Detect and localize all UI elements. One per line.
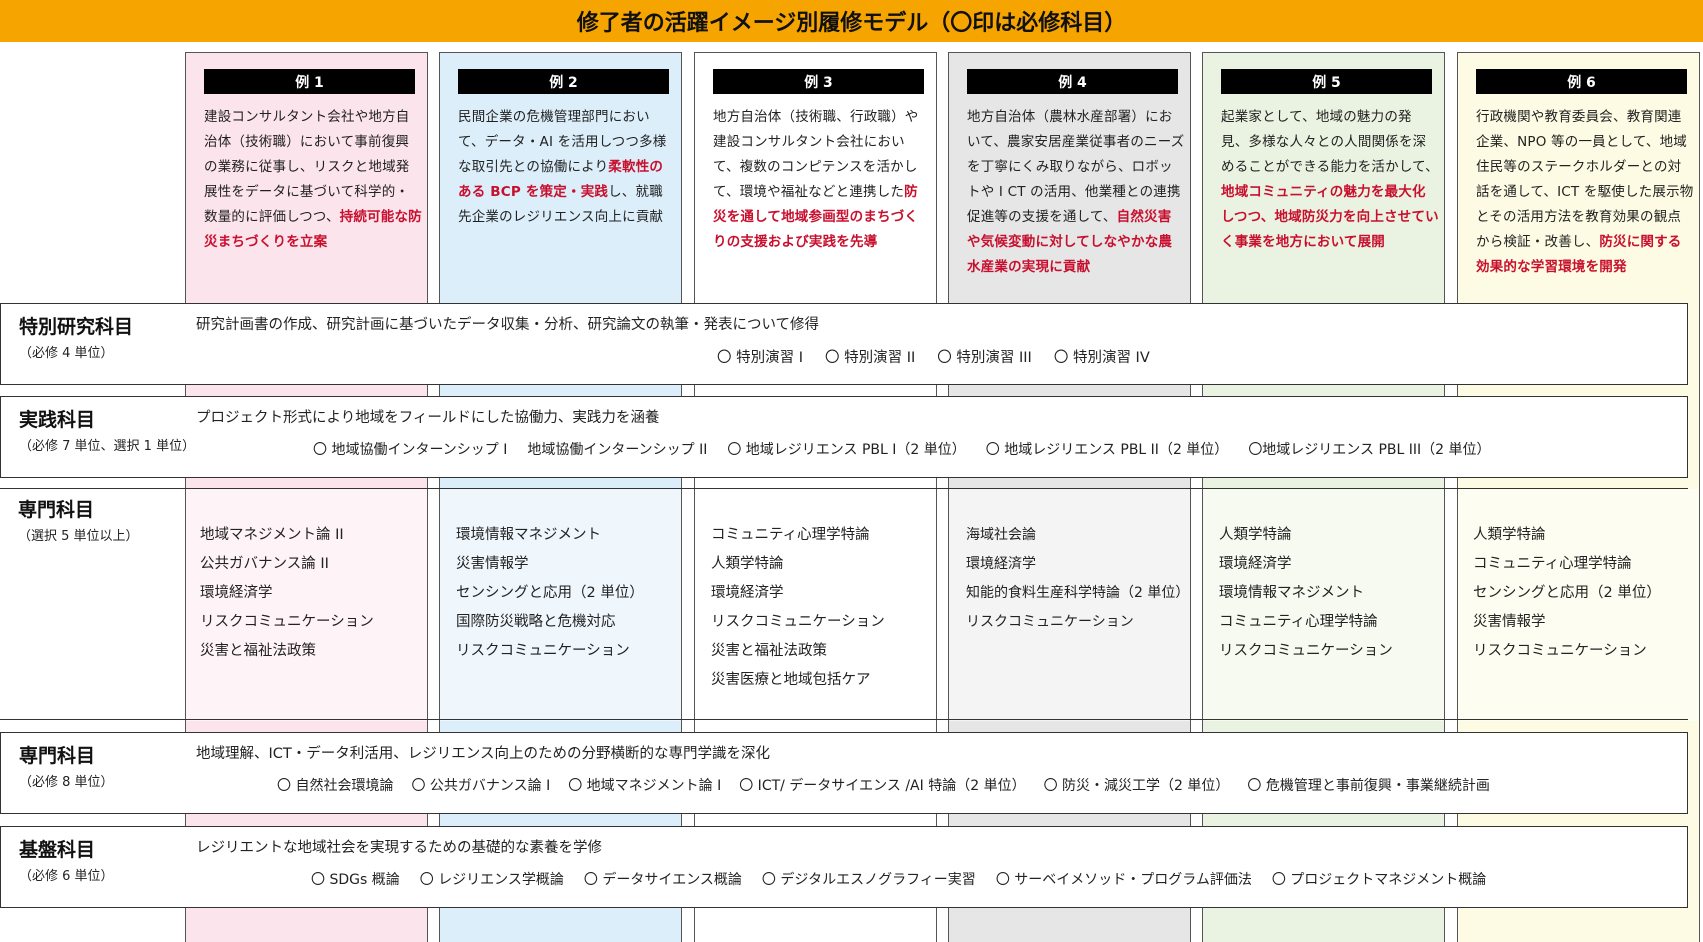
band-practice: 実践科目 （必修 7 単位、選択 1 単位） プロジェクト形式により地域をフィー…: [0, 396, 1688, 478]
band-description: 研究計画書の作成、研究計画に基づいたデータ収集・分析、研究論文の執筆・発表につい…: [196, 317, 820, 333]
column-label: 例 4: [967, 69, 1178, 94]
column-label: 例 2: [458, 69, 669, 94]
course-item: 〇 データサイエンス概論: [583, 872, 742, 888]
band-course-list: 〇 自然社会環境論 〇 公共ガバナンス論 I 〇 地域マネジメント論 I 〇 I…: [277, 775, 1490, 795]
column-description: 地方自治体（農林水産部署）において、農家安居産業従事者のニーズを丁寧にくみ取りな…: [967, 109, 1185, 275]
course-item: 〇 特別演習 II: [825, 350, 916, 366]
course-item: 環境経済学: [711, 585, 784, 601]
column-description: 行政機関や教育委員会、教育関連企業、NPO 等の一員として、地域住民等のステーク…: [1476, 109, 1694, 275]
band-description: レジリエントな地域社会を実現するための基礎的な素養を学修: [196, 840, 602, 856]
course-item: 〇 地域レジリエンス PBL II（2 単位）: [985, 442, 1229, 458]
band-title: 特別研究科目: [19, 316, 134, 338]
course-item: 〇 防災・減災工学（2 単位）: [1043, 778, 1230, 794]
band-description: プロジェクト形式により地域をフィールドにした協働力、実践力を涵養: [196, 410, 660, 426]
course-item: 〇 デジタルエスノグラフィー実習: [761, 872, 976, 888]
course-item: 海域社会論: [966, 527, 1036, 543]
course-item: 災害と福祉法政策: [711, 643, 827, 659]
band-title: 専門科目: [19, 745, 96, 767]
course-item: 環境経済学: [200, 585, 273, 601]
band-course-list: 〇 地域協働インターンシップ I 地域協働インターンシップ II 〇 地域レジリ…: [313, 439, 1491, 459]
band-credits: （必修 7 単位、選択 1 単位）: [19, 439, 196, 454]
course-item: 地域マネジメント論 II: [200, 527, 344, 543]
column-description: 民間企業の危機管理部門において、データ・AI を活用しつつ多様な取引先との協働に…: [458, 109, 667, 225]
course-item: 地域協働インターンシップ II: [527, 442, 708, 458]
elective-list-ex2: 環境情報マネジメント 災害情報学 センシングと応用（2 単位） 国際防災戦略と危…: [456, 521, 644, 666]
course-item: 知能的食料生産科学特論（2 単位）: [966, 585, 1190, 601]
band-title: 実践科目: [19, 409, 96, 431]
course-item: 環境経済学: [966, 556, 1036, 572]
course-item: リスクコミュニケーション: [966, 614, 1134, 630]
course-item: 人類学特論: [1473, 527, 1546, 543]
column-label: 例 3: [713, 69, 924, 94]
course-item: リスクコミュニケーション: [1473, 643, 1647, 659]
course-item: 〇 特別演習 I: [717, 350, 803, 366]
course-item: センシングと応用（2 単位）: [1473, 585, 1661, 601]
band-course-list: 〇 特別演習 I 〇 特別演習 II 〇 特別演習 III 〇 特別演習 IV: [717, 346, 1150, 367]
course-item: 公共ガバナンス論 II: [200, 556, 329, 572]
band-specialized-required: 専門科目 （必修 8 単位） 地域理解、ICT・データ利活用、レジリエンス向上の…: [0, 732, 1688, 814]
course-item: 災害と福祉法政策: [200, 643, 316, 659]
course-item: 災害医療と地域包括ケア: [711, 672, 871, 688]
band-title: 専門科目: [18, 499, 95, 521]
course-item: リスクコミュニケーション: [456, 643, 630, 659]
course-item: 〇 地域レジリエンス PBL I（2 単位）: [727, 442, 966, 458]
course-item: 環境情報マネジメント: [456, 527, 601, 543]
band-credits: （必修 8 単位）: [19, 775, 114, 790]
course-item: 〇 プロジェクトマネジメント概論: [1271, 872, 1487, 888]
column-label: 例 1: [204, 69, 415, 94]
course-item: 〇 ICT/ データサイエンス /AI 特論（2 単位）: [739, 778, 1026, 794]
band-title: 基盤科目: [19, 839, 96, 861]
course-item: コミュニティ心理学特論: [711, 527, 870, 543]
band-description: 地域理解、ICT・データ利活用、レジリエンス向上のための分野横断的な専門学識を深…: [196, 746, 770, 762]
course-item: 〇 特別演習 IV: [1053, 350, 1150, 366]
band-foundation: 基盤科目 （必修 6 単位） レジリエントな地域社会を実現するための基礎的な素養…: [0, 826, 1688, 908]
course-item: リスクコミュニケーション: [1219, 643, 1393, 659]
course-item: センシングと応用（2 単位）: [456, 585, 644, 601]
column-label: 例 6: [1476, 69, 1687, 94]
course-item: 〇 レジリエンス学概論: [419, 872, 564, 888]
course-item: 環境情報マネジメント: [1219, 585, 1364, 601]
band-course-list: 〇 SDGs 概論 〇 レジリエンス学概論 〇 データサイエンス概論 〇 デジタ…: [311, 869, 1486, 889]
course-item: 〇 公共ガバナンス論 I: [411, 778, 551, 794]
band-credits: （選択 5 単位以上）: [18, 529, 139, 544]
course-item: 災害情報学: [456, 556, 529, 572]
elective-list-ex6: 人類学特論 コミュニティ心理学特論 センシングと応用（2 単位） 災害情報学 リ…: [1473, 521, 1661, 666]
elective-list-ex4: 海域社会論 環境経済学 知能的食料生産科学特論（2 単位） リスクコミュニケーシ…: [966, 521, 1189, 637]
course-item: 人類学特論: [711, 556, 784, 572]
course-item: 〇 特別演習 III: [937, 350, 1032, 366]
column-label: 例 5: [1221, 69, 1432, 94]
course-item: コミュニティ心理学特論: [1219, 614, 1378, 630]
elective-list-ex5: 人類学特論 環境経済学 環境情報マネジメント コミュニティ心理学特論 リスクコミ…: [1219, 521, 1393, 666]
column-description: 地方自治体（技術職、行政職）や建設コンサルタント会社において、複数のコンピテンス…: [713, 109, 919, 250]
course-item: 人類学特論: [1219, 527, 1292, 543]
band-credits: （必修 4 単位）: [19, 346, 114, 361]
course-item: 〇 危機管理と事前復興・事業継続計画: [1247, 778, 1490, 794]
course-item: 〇 サーベイメソッド・プログラム評価法: [995, 872, 1252, 888]
elective-list-ex1: 地域マネジメント論 II 公共ガバナンス論 II 環境経済学 リスクコミュニケー…: [200, 521, 374, 666]
course-item: 環境経済学: [1219, 556, 1292, 572]
course-item: 〇 地域マネジメント論 I: [568, 778, 722, 794]
course-item: 災害情報学: [1473, 614, 1546, 630]
course-item: 国際防災戦略と危機対応: [456, 614, 616, 630]
column-description: 建設コンサルタント会社や地方自治体（技術職）において事前復興の業務に従事し、リス…: [204, 109, 422, 250]
course-item: 〇 自然社会環境論: [277, 778, 394, 794]
course-item: コミュニティ心理学特論: [1473, 556, 1632, 572]
course-item: 〇 SDGs 概論: [311, 872, 400, 888]
band-credits: （必修 6 単位）: [19, 869, 114, 884]
course-item: リスクコミュニケーション: [200, 614, 374, 630]
page-title: 修了者の活躍イメージ別履修モデル（〇印は必修科目）: [0, 0, 1703, 42]
band-special-research: 特別研究科目 （必修 4 単位） 研究計画書の作成、研究計画に基づいたデータ収集…: [0, 303, 1688, 385]
course-item: 〇 地域協働インターンシップ I: [313, 442, 508, 458]
elective-list-ex3: コミュニティ心理学特論 人類学特論 環境経済学 リスクコミュニケーション 災害と…: [711, 521, 885, 695]
course-item: リスクコミュニケーション: [711, 614, 885, 630]
course-item: 〇地域レジリエンス PBL III（2 単位）: [1248, 442, 1491, 458]
column-description: 起業家として、地域の魅力の発見、多様な人々との人間関係を深めることができる能力を…: [1221, 109, 1439, 250]
